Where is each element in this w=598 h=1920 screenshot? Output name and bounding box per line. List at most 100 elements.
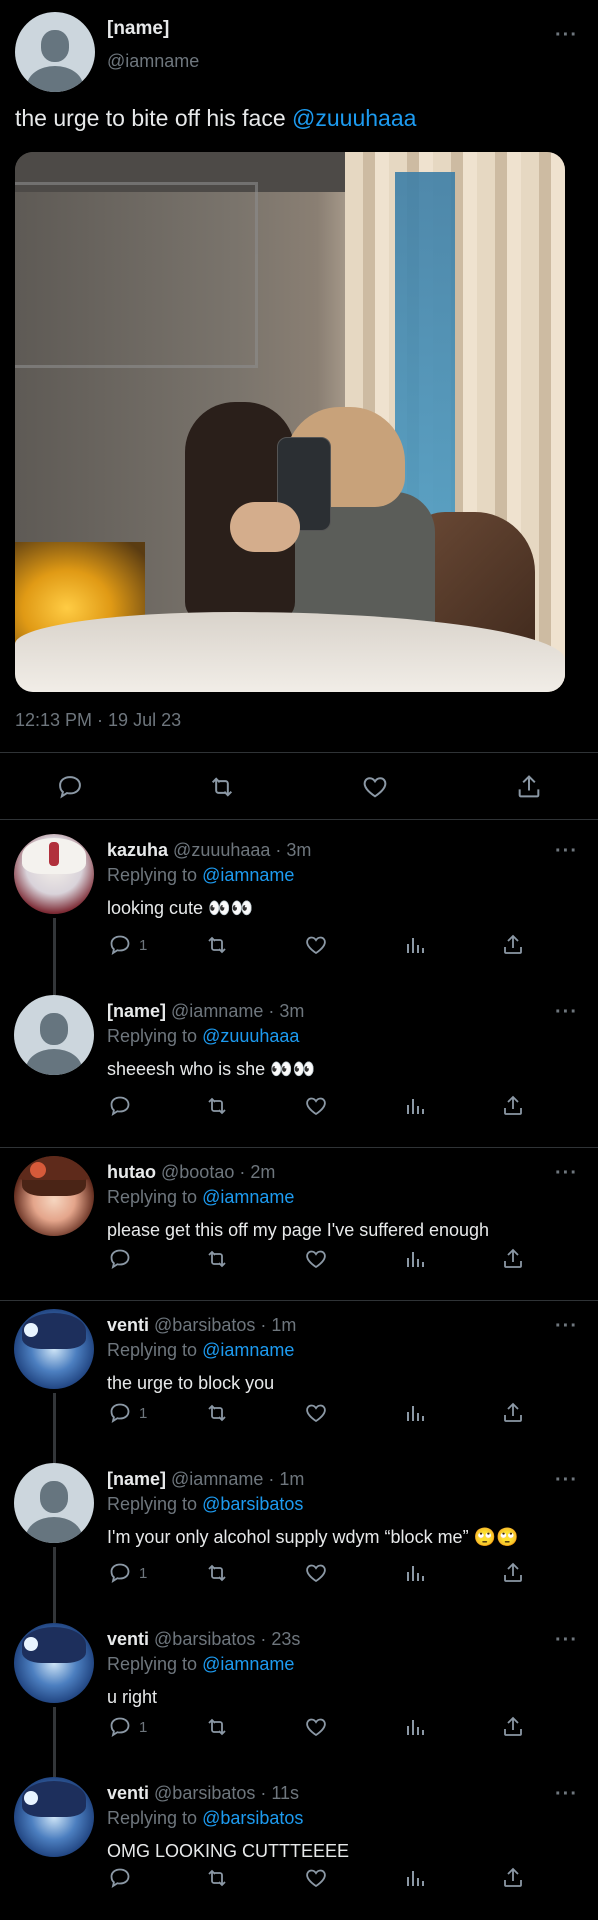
- more-options-icon[interactable]: ···: [555, 841, 578, 861]
- share-icon[interactable]: [500, 1866, 526, 1895]
- more-options-icon[interactable]: ···: [555, 1630, 578, 1650]
- reply-tweet[interactable]: venti @barsibatos · 11s ··· Replying to @b…: [0, 1769, 598, 1920]
- reply-time[interactable]: · 3m: [268, 1001, 304, 1021]
- retweet-icon[interactable]: [203, 1561, 231, 1590]
- author-avatar[interactable]: [15, 12, 95, 92]
- views-icon[interactable]: [403, 1247, 427, 1276]
- share-icon[interactable]: [500, 1094, 526, 1123]
- reply-author-name[interactable]: [name]: [107, 1001, 166, 1021]
- share-icon[interactable]: [500, 1247, 526, 1276]
- like-icon[interactable]: [303, 933, 329, 962]
- reply-tweet[interactable]: venti @barsibatos · 23s ··· Replying to @i…: [0, 1615, 598, 1777]
- more-options-icon[interactable]: ···: [555, 25, 578, 45]
- retweet-icon[interactable]: [203, 933, 231, 962]
- more-options-icon[interactable]: ···: [555, 1002, 578, 1022]
- views-icon[interactable]: [403, 1866, 427, 1895]
- reply-icon[interactable]: [107, 1094, 133, 1123]
- more-options-icon[interactable]: ···: [555, 1316, 578, 1336]
- mention-link[interactable]: @zuuuhaaa: [292, 105, 416, 131]
- reply-author-handle[interactable]: @zuuuhaaa: [173, 840, 270, 860]
- retweet-icon[interactable]: [203, 1094, 231, 1123]
- venti-avatar[interactable]: [14, 1777, 94, 1857]
- like-icon[interactable]: [303, 1715, 329, 1744]
- default-avatar[interactable]: [14, 995, 94, 1075]
- retweet-icon[interactable]: [203, 1247, 231, 1276]
- like-icon[interactable]: [303, 1561, 329, 1590]
- retweet-icon[interactable]: [206, 773, 238, 806]
- venti-avatar[interactable]: [14, 1309, 94, 1389]
- reply-author-name[interactable]: [name]: [107, 1469, 166, 1489]
- reply-icon[interactable]: [107, 1715, 133, 1744]
- reply-author-handle[interactable]: @barsibatos: [154, 1315, 255, 1335]
- venti-avatar[interactable]: [14, 1623, 94, 1703]
- more-options-icon[interactable]: ···: [555, 1784, 578, 1804]
- reply-icon[interactable]: [107, 933, 133, 962]
- reply-time[interactable]: · 3m: [275, 840, 311, 860]
- author-display-name[interactable]: [name]: [107, 18, 169, 40]
- views-icon[interactable]: [403, 1094, 427, 1123]
- reply-icon[interactable]: [55, 773, 85, 806]
- tweet-timestamp[interactable]: 12:13 PM · 19 Jul 23: [15, 710, 181, 731]
- replying-to-handle[interactable]: @barsibatos: [202, 1808, 303, 1828]
- share-icon[interactable]: [500, 1715, 526, 1744]
- reply-time[interactable]: · 11s: [260, 1783, 299, 1803]
- like-icon[interactable]: [360, 773, 390, 806]
- share-icon[interactable]: [500, 1401, 526, 1430]
- more-options-icon[interactable]: ···: [555, 1163, 578, 1183]
- share-icon[interactable]: [500, 1561, 526, 1590]
- tweet-photo[interactable]: [15, 152, 565, 692]
- reply-icon[interactable]: [107, 1247, 133, 1276]
- reply-author-name[interactable]: kazuha: [107, 840, 168, 860]
- share-icon[interactable]: [514, 773, 544, 806]
- reply-tweet[interactable]: kazuha @zuuuhaaa · 3m ··· Replying to @iam…: [0, 826, 598, 995]
- reply-tweet[interactable]: venti @barsibatos · 1m ··· Replying to @ia…: [0, 1301, 598, 1463]
- replying-to-handle[interactable]: @iamname: [202, 1654, 294, 1674]
- replying-to-label: Replying to: [107, 1187, 203, 1207]
- like-icon[interactable]: [303, 1094, 329, 1123]
- like-icon[interactable]: [303, 1866, 329, 1895]
- reply-author-name[interactable]: hutao: [107, 1162, 156, 1182]
- replying-to-handle[interactable]: @barsibatos: [202, 1494, 303, 1514]
- reply-time[interactable]: · 2m: [239, 1162, 275, 1182]
- reply-author-handle[interactable]: @bootao: [161, 1162, 234, 1182]
- like-icon[interactable]: [303, 1401, 329, 1430]
- reply-time[interactable]: · 23s: [260, 1629, 300, 1649]
- reply-author-handle[interactable]: @iamname: [171, 1001, 263, 1021]
- reply-text: the urge to block you: [107, 1373, 275, 1393]
- thread-line: [53, 1707, 56, 1777]
- replying-to-handle[interactable]: @zuuuhaaa: [202, 1026, 299, 1046]
- hutao-avatar[interactable]: [14, 1156, 94, 1236]
- reply-icon[interactable]: [107, 1401, 133, 1430]
- like-icon[interactable]: [303, 1247, 329, 1276]
- replying-to-handle[interactable]: @iamname: [202, 1187, 294, 1207]
- reply-author-handle[interactable]: @barsibatos: [154, 1783, 255, 1803]
- retweet-icon[interactable]: [203, 1401, 231, 1430]
- replying-to: Replying to @iamname: [107, 1654, 294, 1675]
- views-icon[interactable]: [403, 933, 427, 962]
- retweet-icon[interactable]: [203, 1715, 231, 1744]
- reply-author-name[interactable]: venti: [107, 1629, 149, 1649]
- reply-author-handle[interactable]: @barsibatos: [154, 1629, 255, 1649]
- kazuha-avatar[interactable]: [14, 834, 94, 914]
- reply-tweet[interactable]: [name] @iamname · 1m ··· Replying to @bars…: [0, 1455, 598, 1623]
- reply-author-name[interactable]: venti: [107, 1783, 149, 1803]
- more-options-icon[interactable]: ···: [555, 1470, 578, 1490]
- replying-to-label: Replying to: [107, 1808, 203, 1828]
- reply-time[interactable]: · 1m: [260, 1315, 296, 1335]
- reply-author-handle[interactable]: @iamname: [171, 1469, 263, 1489]
- default-avatar[interactable]: [14, 1463, 94, 1543]
- reply-icon[interactable]: [107, 1561, 133, 1590]
- reply-icon[interactable]: [107, 1866, 133, 1895]
- reply-time[interactable]: · 1m: [268, 1469, 304, 1489]
- reply-author-name[interactable]: venti: [107, 1315, 149, 1335]
- author-handle[interactable]: @iamname: [107, 51, 199, 72]
- reply-tweet[interactable]: [name] @iamname · 3m ··· Replying to @zuuu…: [0, 987, 598, 1148]
- share-icon[interactable]: [500, 933, 526, 962]
- retweet-icon[interactable]: [203, 1866, 231, 1895]
- reply-tweet[interactable]: hutao @bootao · 2m ··· Replying to @iamnam…: [0, 1148, 598, 1301]
- replying-to-handle[interactable]: @iamname: [202, 1340, 294, 1360]
- views-icon[interactable]: [403, 1715, 427, 1744]
- views-icon[interactable]: [403, 1401, 427, 1430]
- replying-to-handle[interactable]: @iamname: [202, 865, 294, 885]
- views-icon[interactable]: [403, 1561, 427, 1590]
